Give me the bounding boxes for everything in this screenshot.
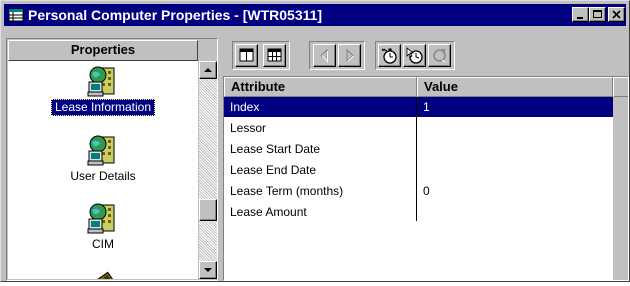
grid-header: Attribute Value xyxy=(224,77,628,97)
property-item-lease-information[interactable]: Lease Information xyxy=(8,64,198,116)
maximize-icon xyxy=(593,10,602,18)
close-button[interactable] xyxy=(608,7,625,22)
column-header-value[interactable]: Value xyxy=(417,77,613,97)
grid-view-icon xyxy=(267,48,282,62)
attribute-cell: Lease End Date xyxy=(230,163,317,177)
app-window: Personal Computer Properties - [WTR05311… xyxy=(0,0,630,282)
minimize-button[interactable] xyxy=(572,7,589,22)
property-item-label: User Details xyxy=(70,169,136,183)
value-cell[interactable]: 0 xyxy=(423,181,430,201)
next-button[interactable] xyxy=(338,44,361,67)
grid-app-icon xyxy=(8,8,24,22)
computer-building-icon xyxy=(87,203,115,234)
attribute-cell: Lease Amount xyxy=(230,205,307,219)
column-divider xyxy=(416,97,417,221)
attribute-cell: Lessor xyxy=(230,121,267,135)
stopwatch-icon xyxy=(381,48,397,64)
computer-building-icon xyxy=(87,135,115,166)
properties-pane: Properties Lease Information User Detail… xyxy=(6,38,218,281)
refresh-icon xyxy=(433,48,446,63)
properties-list: Lease Information User Details CIM xyxy=(8,61,198,279)
computer-building-icon xyxy=(87,66,115,97)
attribute-cell: Lease Start Date xyxy=(230,142,321,156)
selected-row-highlight xyxy=(224,97,613,117)
stopwatch-button[interactable] xyxy=(378,44,401,67)
attribute-cell: Index xyxy=(230,100,260,114)
column-header-filler xyxy=(613,77,628,97)
memory-chip-icon xyxy=(90,271,115,279)
window-title: Personal Computer Properties - [WTR05311… xyxy=(28,7,323,23)
pane-splitter[interactable] xyxy=(218,38,222,281)
list-view-button[interactable] xyxy=(235,44,258,67)
maximize-button[interactable] xyxy=(589,7,606,22)
column-header-attribute[interactable]: Attribute xyxy=(224,77,417,97)
scroll-up-button[interactable] xyxy=(199,61,217,79)
property-item-memory[interactable] xyxy=(8,266,198,279)
value-column xyxy=(417,97,613,280)
property-item-user-details[interactable]: User Details xyxy=(8,133,198,185)
property-item-cim[interactable]: CIM xyxy=(8,201,198,253)
property-item-label: CIM xyxy=(92,237,114,251)
arrow-down-icon xyxy=(204,268,212,272)
attribute-grid: Attribute Value Index 1 Lessor Lease Sta… xyxy=(223,76,629,281)
next-icon xyxy=(346,48,354,63)
list-view-icon xyxy=(239,48,254,62)
attribute-cell: Lease Term (months) xyxy=(230,184,344,198)
properties-header[interactable]: Properties xyxy=(8,40,198,61)
properties-scrollbar[interactable] xyxy=(199,61,217,279)
arrow-up-icon xyxy=(204,68,212,72)
refresh-button[interactable] xyxy=(428,44,451,67)
value-cell[interactable]: 1 xyxy=(423,97,430,117)
scroll-thumb[interactable] xyxy=(199,199,217,221)
close-icon xyxy=(612,10,621,19)
title-bar[interactable]: Personal Computer Properties - [WTR05311… xyxy=(4,4,626,26)
property-item-label: Lease Information xyxy=(50,99,156,116)
clock-cursor-button[interactable] xyxy=(403,44,426,67)
grid-view-button[interactable] xyxy=(263,44,286,67)
previous-icon xyxy=(320,48,328,63)
minimize-icon xyxy=(577,17,583,19)
previous-button[interactable] xyxy=(313,44,336,67)
scroll-down-button[interactable] xyxy=(199,261,217,279)
toolbar xyxy=(223,40,629,74)
clock-cursor-icon xyxy=(406,47,423,64)
